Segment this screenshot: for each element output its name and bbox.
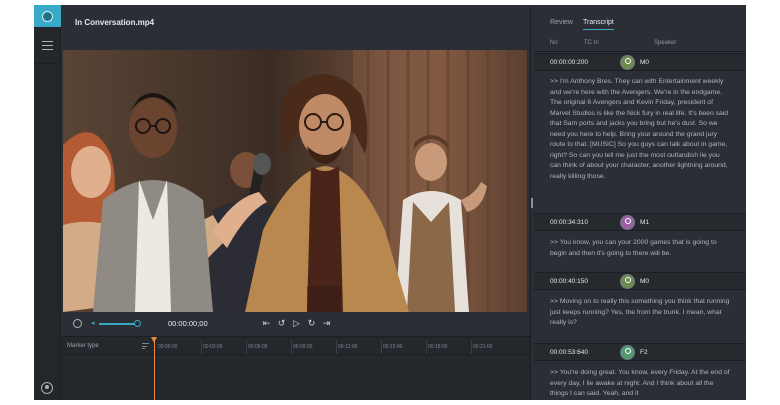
volume-slider-track[interactable] (99, 323, 137, 325)
file-title: In Conversation.mp4 (75, 18, 155, 27)
user-icon[interactable] (41, 382, 53, 394)
transcript-entry-header[interactable]: 00:00:40:150 M0 (534, 272, 746, 290)
timeline-tick: 00:00:00 (158, 344, 178, 350)
entry-speaker: M0 (640, 59, 650, 66)
tab-review[interactable]: Review (550, 19, 573, 29)
settings-gear-icon[interactable] (73, 319, 82, 328)
timeline-tick: 00:09:00 (293, 344, 313, 350)
nav-divider (34, 63, 61, 64)
marker-type-label: Marker type (67, 343, 99, 349)
logo-icon (42, 10, 53, 22)
volume-icon[interactable]: ◂ (91, 320, 99, 328)
transcript-entry-header[interactable]: 00:00:00:200 M0 (534, 53, 746, 71)
app-window: In Conversation.mp4 ◂ 00:00:00;00 ⇤ ↺ ▷ … (34, 5, 746, 400)
transcript-panel: Review Transcript No TC In Speaker 00:00… (534, 5, 746, 400)
entry-speaker: M1 (640, 219, 650, 226)
play-icon[interactable]: ▷ (291, 318, 302, 329)
transcript-text[interactable]: >> You know, you can your 2000 games tha… (550, 238, 730, 259)
timeline-tick: 00:18:00 (428, 344, 448, 350)
entry-speaker: F2 (640, 349, 648, 356)
forward-icon[interactable]: ↻ (306, 318, 317, 329)
tick-divider (201, 340, 202, 354)
timeline-ruler: Marker type 00:00:00 00:03:00 00:06:00 0… (61, 337, 530, 355)
video-still (63, 50, 527, 312)
tick-divider (291, 340, 292, 354)
left-nav (34, 5, 61, 400)
skip-to-end-icon[interactable]: ⇥ (321, 318, 332, 329)
entry-timecode: 00:00:53:640 (550, 349, 588, 356)
tick-divider (336, 340, 337, 354)
entry-timecode: 00:00:40:150 (550, 278, 588, 285)
volume-slider-handle[interactable] (134, 320, 141, 327)
speaker-avatar-icon (620, 55, 635, 70)
column-speaker[interactable]: Speaker (654, 40, 676, 46)
timeline-tick: 00:15:00 (383, 344, 403, 350)
tick-divider (426, 340, 427, 354)
timeline-tick: 00:12:00 (338, 344, 358, 350)
speaker-avatar-icon (620, 215, 635, 230)
skip-to-start-icon[interactable]: ⇤ (261, 318, 272, 329)
transcript-entry-header[interactable]: 00:00:34:310 M1 (534, 213, 746, 231)
timeline-tick: 00:03:00 (203, 344, 223, 350)
rewind-icon[interactable]: ↺ (276, 318, 287, 329)
player-controls: ◂ 00:00:00;00 ⇤ ↺ ▷ ↻ ⇥ (63, 314, 527, 334)
panel-tabs: Review Transcript (534, 19, 746, 33)
app-logo[interactable] (34, 5, 61, 27)
timeline[interactable]: Marker type 00:00:00 00:03:00 00:06:00 0… (61, 336, 530, 400)
transcript-text[interactable]: >> You're doing great. You know, every F… (550, 368, 730, 400)
tick-divider (381, 340, 382, 354)
transcript-text[interactable]: >> Moving on to really this something yo… (550, 297, 730, 329)
filter-icon[interactable] (142, 343, 149, 349)
transcript-entry-header[interactable]: 00:00:53:640 F2 (534, 343, 746, 361)
entry-speaker: M0 (640, 278, 650, 285)
column-headers: No TC In Speaker (534, 36, 746, 52)
tick-divider (246, 340, 247, 354)
timeline-tick: 00:21:00 (473, 344, 493, 350)
speaker-avatar-icon (620, 274, 635, 289)
column-tc-in[interactable]: TC In (584, 40, 599, 46)
tick-divider (471, 340, 472, 354)
playhead[interactable] (151, 337, 157, 400)
timeline-tick: 00:06:00 (248, 344, 268, 350)
menu-icon[interactable] (42, 41, 53, 50)
video-frame[interactable] (63, 50, 527, 312)
main-area: In Conversation.mp4 ◂ 00:00:00;00 ⇤ ↺ ▷ … (61, 5, 530, 400)
entry-timecode: 00:00:00:200 (550, 59, 588, 66)
player-timecode: 00:00:00;00 (168, 319, 208, 328)
entry-timecode: 00:00:34:310 (550, 219, 588, 226)
tab-transcript[interactable]: Transcript (583, 19, 614, 30)
transcript-text[interactable]: >> I'm Anthony Bres. They can with Enter… (550, 77, 730, 182)
column-no[interactable]: No (550, 40, 558, 46)
speaker-avatar-icon (620, 345, 635, 360)
